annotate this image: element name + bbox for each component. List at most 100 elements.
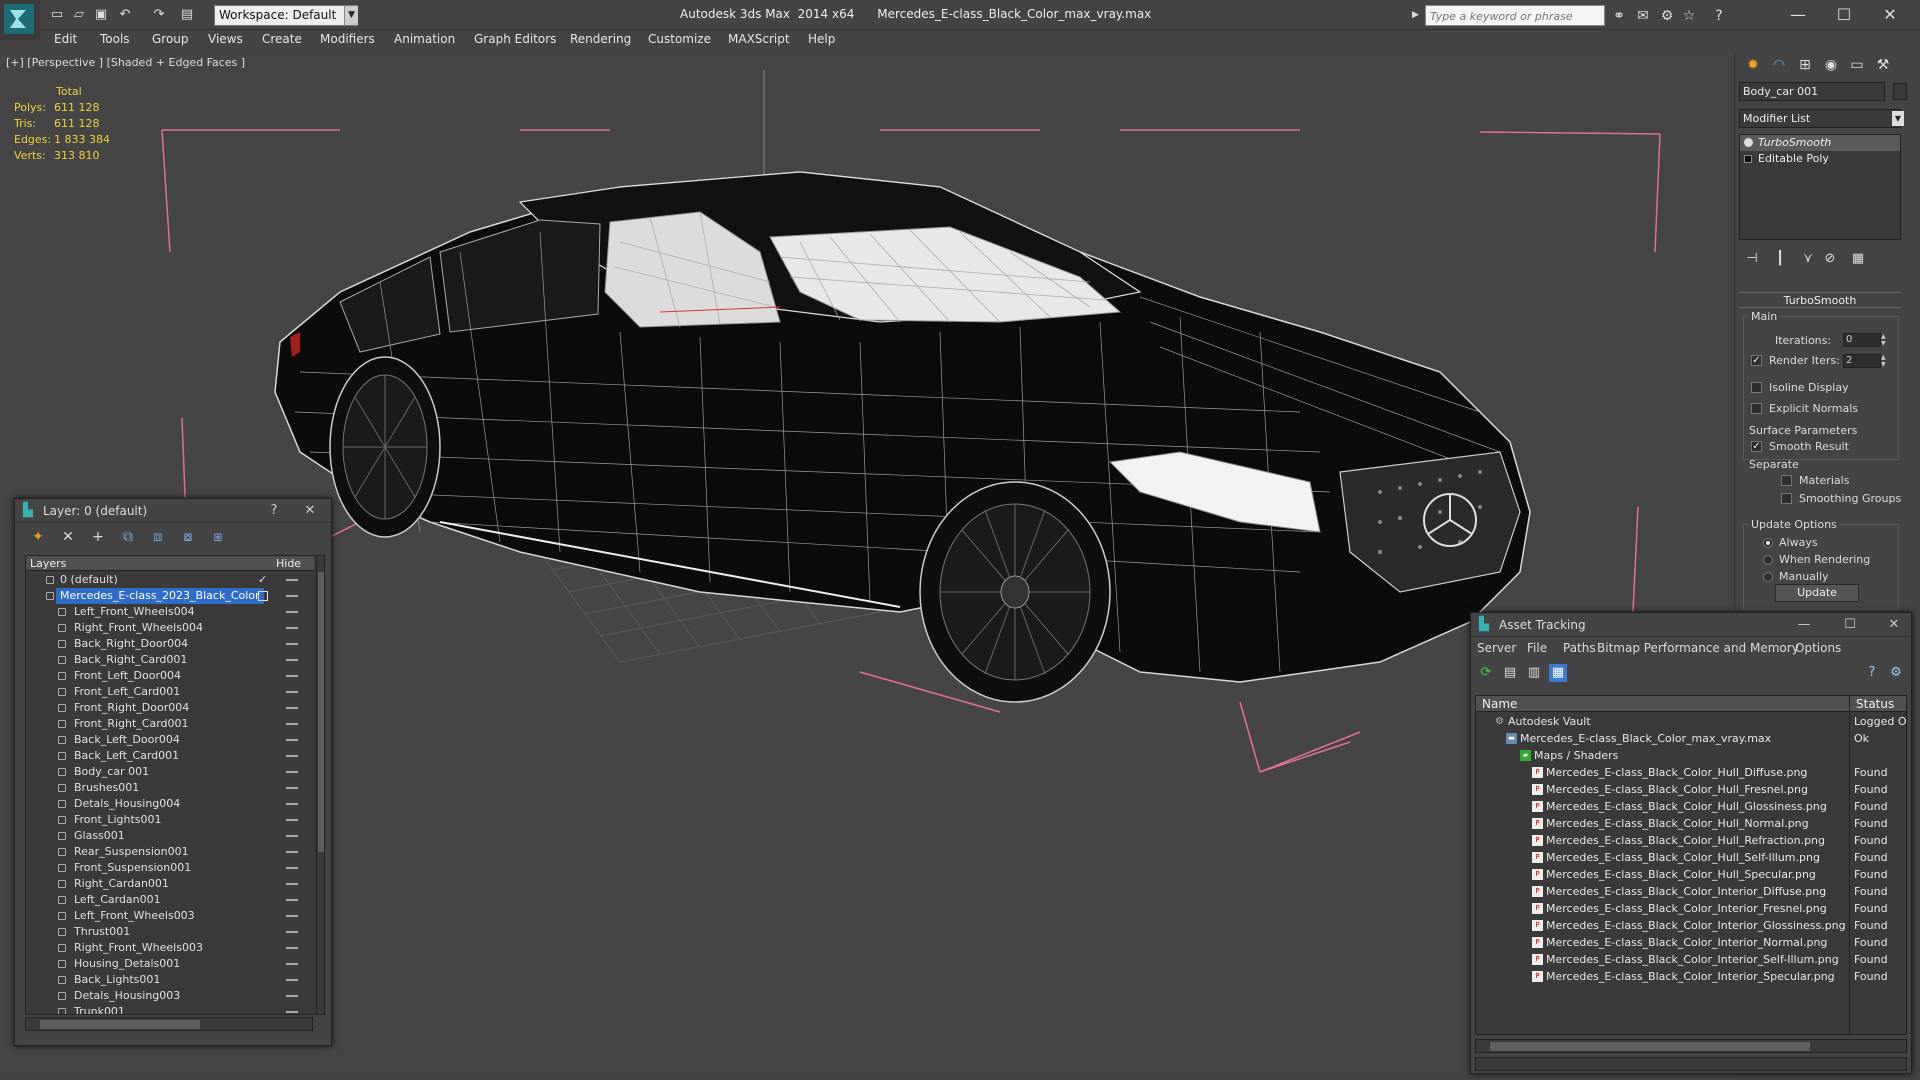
modify-tab-icon[interactable]: ◠	[1767, 54, 1791, 76]
layer-object-row[interactable]: Left_Cardan001	[26, 892, 314, 908]
delete-layer-icon[interactable]: ✕	[59, 528, 77, 546]
layer-object-row[interactable]: Back_Lights001	[26, 972, 314, 988]
hide-toggle[interactable]	[286, 883, 298, 885]
hide-toggle[interactable]	[286, 691, 298, 693]
menu-maxscript[interactable]: MAXScript	[728, 32, 790, 46]
layer-object-row[interactable]: Front_Right_Card001	[26, 716, 314, 732]
hide-toggle[interactable]	[286, 899, 298, 901]
chevron-down-icon[interactable]: ▼	[344, 6, 358, 25]
freeze-all-icon[interactable]: ⧆	[209, 528, 227, 546]
hide-toggle[interactable]	[286, 915, 298, 917]
layer-row-default[interactable]: 0 (default) ✓	[26, 572, 314, 588]
menu-create[interactable]: Create	[262, 32, 302, 46]
layer-object-row[interactable]: Right_Front_Wheels003	[26, 940, 314, 956]
hide-toggle[interactable]	[286, 947, 298, 949]
lightbulb-icon[interactable]	[1744, 138, 1753, 147]
render-iters-spinner[interactable]: 2	[1843, 354, 1881, 368]
settings-icon[interactable]: ⚙	[1887, 664, 1905, 682]
menu-customize[interactable]: Customize	[648, 32, 711, 46]
hide-toggle[interactable]	[286, 851, 298, 853]
workspace-dropdown[interactable]: Workspace: Default	[214, 5, 358, 26]
layer-object-row[interactable]: Glass001	[26, 828, 314, 844]
highlight-layer-icon[interactable]: ⧈	[149, 528, 167, 546]
vertical-scrollbar[interactable]	[316, 556, 324, 1014]
explicit-normals-checkbox[interactable]	[1751, 403, 1762, 414]
create-layer-icon[interactable]: ✦	[29, 528, 47, 546]
menu-tools[interactable]: Tools	[100, 32, 130, 46]
asset-row-map[interactable]: P Mercedes_E-class_Black_Color_Hull_Specu…	[1476, 866, 1906, 883]
smooth-result-checkbox[interactable]: ✓	[1751, 441, 1762, 452]
scrollbar-thumb[interactable]	[318, 572, 324, 852]
hide-toggle[interactable]	[286, 595, 298, 597]
layer-object-row[interactable]: Back_Right_Door004	[26, 636, 314, 652]
layer-object-row[interactable]: Brushes001	[26, 780, 314, 796]
stack-item-editable-poly[interactable]: Editable Poly	[1740, 151, 1900, 167]
help-button[interactable]: ?	[265, 502, 283, 520]
maximize-icon[interactable]: ☐	[1822, 2, 1866, 28]
stack-item-turbosmooth[interactable]: TurboSmooth	[1740, 135, 1900, 151]
horizontal-scrollbar[interactable]	[25, 1017, 313, 1031]
active-layer-box[interactable]	[258, 591, 268, 601]
materials-checkbox[interactable]	[1781, 475, 1792, 486]
layer-object-row[interactable]: Left_Front_Wheels003	[26, 908, 314, 924]
asset-row-map[interactable]: P Mercedes_E-class_Black_Color_Hull_Self-…	[1476, 849, 1906, 866]
asset-menu-options[interactable]: Options	[1795, 641, 1841, 655]
column-hide[interactable]: Hide	[276, 557, 301, 570]
hide-toggle[interactable]	[286, 723, 298, 725]
layer-object-row[interactable]: Detals_Housing003	[26, 988, 314, 1004]
hide-toggle[interactable]	[286, 787, 298, 789]
layer-object-row[interactable]: Detals_Housing004	[26, 796, 314, 812]
layer-object-row[interactable]: Trunk001	[26, 1004, 314, 1014]
column-name[interactable]: Name	[1482, 697, 1517, 711]
layer-object-row[interactable]: Housing_Detals001	[26, 956, 314, 972]
layer-object-row[interactable]: Front_Left_Door004	[26, 668, 314, 684]
search-expand-icon[interactable]: ▶	[1412, 5, 1424, 26]
modifier-list-dropdown[interactable]: Modifier List ▼	[1739, 109, 1904, 128]
layer-object-row[interactable]: Right_Front_Wheels004	[26, 620, 314, 636]
hide-toggle[interactable]	[286, 659, 298, 661]
scrollbar-thumb[interactable]	[1490, 1042, 1810, 1051]
undo-icon[interactable]: ↶	[116, 6, 134, 24]
binoculars-icon[interactable]: ⚭	[1610, 7, 1628, 25]
favorites-star-icon[interactable]: ☆	[1680, 7, 1698, 25]
asset-row-map[interactable]: P Mercedes_E-class_Black_Color_Hull_Norma…	[1476, 815, 1906, 832]
layer-object-row[interactable]: Rear_Suspension001	[26, 844, 314, 860]
layer-object-row[interactable]: Front_Lights001	[26, 812, 314, 828]
hierarchy-tab-icon[interactable]: ⊞	[1793, 54, 1817, 76]
close-icon[interactable]: ✕	[1885, 616, 1903, 634]
layer-object-row[interactable]: Back_Left_Door004	[26, 732, 314, 748]
manually-radio[interactable]	[1763, 572, 1773, 582]
object-name-field[interactable]: Body_car 001	[1739, 82, 1885, 101]
hide-toggle[interactable]	[286, 979, 298, 981]
menu-rendering[interactable]: Rendering	[570, 32, 631, 46]
hide-toggle[interactable]	[286, 579, 298, 581]
display-tab-icon[interactable]: ▭	[1845, 54, 1869, 76]
minimize-icon[interactable]: —	[1776, 2, 1820, 28]
column-layers[interactable]: Layers	[30, 557, 66, 570]
asset-row-maps-folder[interactable]: ▰ Maps / Shaders	[1476, 747, 1906, 764]
hide-toggle[interactable]	[286, 627, 298, 629]
asset-row-map[interactable]: P Mercedes_E-class_Black_Color_Interior_F…	[1476, 900, 1906, 917]
close-icon[interactable]: ✕	[301, 502, 319, 520]
help-icon[interactable]: ?	[1710, 7, 1728, 25]
asset-row-map[interactable]: P Mercedes_E-class_Black_Color_Hull_Gloss…	[1476, 798, 1906, 815]
hide-toggle[interactable]	[286, 707, 298, 709]
layer-object-row[interactable]: Right_Cardan001	[26, 876, 314, 892]
layer-object-row[interactable]: Front_Suspension001	[26, 860, 314, 876]
project-folder-icon[interactable]: ▤	[178, 6, 196, 24]
hide-toggle[interactable]	[286, 931, 298, 933]
configure-sets-icon[interactable]: ▦	[1849, 250, 1867, 268]
asset-row-map[interactable]: P Mercedes_E-class_Black_Color_Interior_G…	[1476, 917, 1906, 934]
asset-row-map[interactable]: P Mercedes_E-class_Black_Color_Interior_N…	[1476, 934, 1906, 951]
hide-toggle[interactable]	[286, 643, 298, 645]
menu-help[interactable]: Help	[808, 32, 835, 46]
active-check-icon[interactable]: ✓	[258, 572, 267, 588]
minimize-icon[interactable]: —	[1795, 616, 1813, 634]
asset-menu-paths[interactable]: Paths	[1563, 641, 1596, 655]
create-tab-icon[interactable]: ✹	[1741, 54, 1765, 76]
hide-all-icon[interactable]: ⧇	[179, 528, 197, 546]
scrollbar-thumb[interactable]	[40, 1020, 200, 1029]
asset-menu-server[interactable]: Server	[1477, 641, 1516, 655]
hide-toggle[interactable]	[286, 739, 298, 741]
column-status[interactable]: Status	[1856, 697, 1894, 711]
